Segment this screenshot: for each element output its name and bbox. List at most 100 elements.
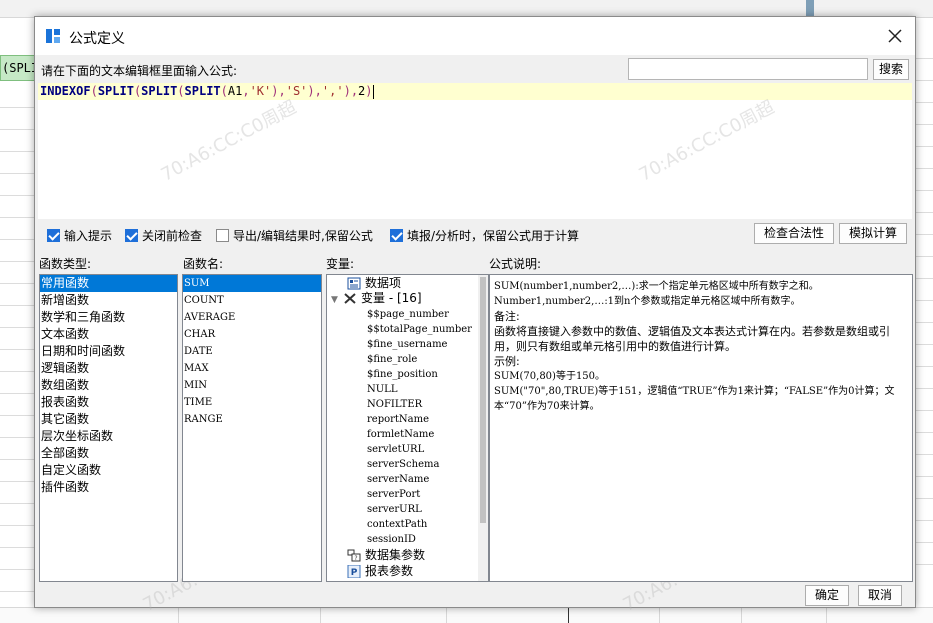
tree-item-variable[interactable]: $$totalPage_number xyxy=(367,322,472,337)
list-item[interactable]: SUM xyxy=(183,275,321,292)
input-hint-checkbox[interactable]: 输入提示 xyxy=(47,227,112,244)
search-input[interactable] xyxy=(628,58,868,80)
checkbox-icon xyxy=(47,229,60,242)
check-validity-button[interactable]: 检查合法性 xyxy=(754,223,834,244)
tree-label: 报表参数 xyxy=(365,564,414,578)
tree-item-variables[interactable]: ▼ 变量 - [16] xyxy=(331,291,422,306)
list-item[interactable]: 其它函数 xyxy=(40,411,177,428)
scroll-thumb[interactable] xyxy=(480,277,486,523)
title-bar: 公式定义 xyxy=(35,17,915,55)
row-line xyxy=(0,239,36,240)
search-button[interactable]: 搜索 xyxy=(873,59,909,80)
row-line xyxy=(0,481,36,482)
description-note-title: 备注: xyxy=(494,310,520,323)
svg-text:P: P xyxy=(351,568,358,578)
list-item[interactable]: 插件函数 xyxy=(40,479,177,496)
checkbox-icon xyxy=(216,229,229,242)
tree-item-variable[interactable]: $fine_role xyxy=(367,352,417,367)
row-line xyxy=(916,58,933,59)
formula-line[interactable]: INDEXOF(SPLIT(SPLIT(SPLIT(A1,'K'),'S'),'… xyxy=(38,83,912,100)
column-line xyxy=(568,608,569,623)
tree-item-variable[interactable]: NULL xyxy=(367,382,397,397)
formula-description-panel: SUM(number1,number2,…):求一个指定单元格区域中所有数字之和… xyxy=(489,274,913,582)
ok-button[interactable]: 确定 xyxy=(805,585,849,606)
list-item[interactable]: 日期和时间函数 xyxy=(40,343,177,360)
row-line xyxy=(0,437,36,438)
row-line xyxy=(0,173,36,174)
variables-label: 变量: xyxy=(326,257,355,271)
check-before-close-checkbox[interactable]: 关闭前检查 xyxy=(125,227,202,244)
tree-item-variable[interactable]: formletName xyxy=(367,427,434,442)
row-line xyxy=(0,217,36,218)
list-item[interactable]: 新增函数 xyxy=(40,292,177,309)
cancel-button[interactable]: 取消 xyxy=(858,585,902,606)
list-item[interactable]: 逻辑函数 xyxy=(40,360,177,377)
keep-formula-export-checkbox[interactable]: 导出/编辑结果时,保留公式 xyxy=(216,227,373,244)
list-item[interactable]: 报表函数 xyxy=(40,394,177,411)
column-line xyxy=(741,608,742,623)
vertical-scrollbar[interactable] xyxy=(478,275,488,581)
tree-item-data-item[interactable]: 数据项 xyxy=(347,276,401,291)
column-line xyxy=(826,608,827,623)
tree-item-variable[interactable]: serverURL xyxy=(367,502,422,517)
list-item[interactable]: COUNT xyxy=(183,292,321,309)
row-line xyxy=(916,80,933,81)
list-item[interactable]: MAX xyxy=(183,360,321,377)
row-line xyxy=(916,256,933,257)
list-item[interactable]: 常用函数 xyxy=(40,275,177,292)
tree-item-dataset-params[interactable]: ? 数据集参数 xyxy=(347,548,425,563)
tree-item-variable[interactable]: $fine_username xyxy=(367,337,447,352)
list-item[interactable]: 数组函数 xyxy=(40,377,177,394)
list-item[interactable]: AVERAGE xyxy=(183,309,321,326)
list-item[interactable]: 全部函数 xyxy=(40,445,177,462)
variables-tree[interactable]: 数据项 ▼ 变量 - [16] $$page_number $$totalPage… xyxy=(326,274,489,582)
tree-item-variable[interactable]: $$page_number xyxy=(367,307,449,322)
function-name-list[interactable]: SUM COUNT AVERAGE CHAR DATE MAX MIN TIME… xyxy=(182,274,322,582)
keep-formula-fill-checkbox[interactable]: 填报/分析时，保留公式用于计算 xyxy=(390,227,579,244)
tree-item-variable[interactable]: serverSchema xyxy=(367,457,439,472)
formula-cell[interactable]: (SPLI xyxy=(0,55,36,81)
row-line xyxy=(0,151,36,152)
list-item[interactable]: 层次坐标函数 xyxy=(40,428,177,445)
tree-item-variable[interactable]: reportName xyxy=(367,412,429,427)
formula-editor[interactable]: INDEXOF(SPLIT(SPLIT(SPLIT(A1,'K'),'S'),'… xyxy=(38,83,912,219)
row-line xyxy=(916,124,933,125)
list-item[interactable]: TIME xyxy=(183,394,321,411)
tree-item-variable[interactable]: sessionID xyxy=(367,532,416,547)
list-item[interactable]: 数学和三角函数 xyxy=(40,309,177,326)
tree-label: 数据项 xyxy=(365,276,402,290)
tree-item-variable[interactable]: $fine_position xyxy=(367,367,438,382)
formula-definition-dialog: 公式定义 请在下面的文本编辑框里面输入公式: 搜索 INDEXOF(SPLIT(… xyxy=(34,16,916,616)
column-line xyxy=(178,608,179,623)
background-scrollbar xyxy=(806,0,814,16)
tree-item-variable[interactable]: NOFILTER xyxy=(367,397,422,412)
function-type-list[interactable]: 常用函数 新增函数 数学和三角函数 文本函数 日期和时间函数 逻辑函数 数组函数… xyxy=(39,274,178,582)
tree-item-report-params[interactable]: P 报表参数 xyxy=(347,564,413,579)
list-item[interactable]: CHAR xyxy=(183,326,321,343)
row-line xyxy=(0,349,36,350)
close-icon[interactable] xyxy=(885,26,905,46)
tree-label: 数据集参数 xyxy=(365,548,426,562)
row-line xyxy=(0,415,36,416)
column-line xyxy=(320,608,321,623)
function-name-label: 函数名: xyxy=(183,257,224,271)
list-item[interactable]: RANGE xyxy=(183,411,321,428)
row-line xyxy=(916,168,933,169)
description-example-1: SUM(70,80)等于150。 xyxy=(494,371,606,382)
row-line xyxy=(916,234,933,235)
row-line xyxy=(916,564,933,565)
tree-item-variable[interactable]: contextPath xyxy=(367,517,427,532)
description-note: 函数将直接键入参数中的数值、逻辑值及文本表达式计算在内。若参数是数组或引用，则只… xyxy=(494,325,890,353)
list-item[interactable]: 文本函数 xyxy=(40,326,177,343)
list-item[interactable]: 自定义函数 xyxy=(40,462,177,479)
tree-item-variable[interactable]: servletURL xyxy=(367,442,424,457)
simulate-calc-button[interactable]: 模拟计算 xyxy=(839,223,907,244)
row-line xyxy=(0,327,36,328)
row-line xyxy=(916,432,933,433)
list-item[interactable]: MIN xyxy=(183,377,321,394)
description-example-title: 示例: xyxy=(494,355,520,368)
function-type-label: 函数类型: xyxy=(39,257,92,271)
tree-item-variable[interactable]: serverPort xyxy=(367,487,420,502)
tree-item-variable[interactable]: serverName xyxy=(367,472,429,487)
list-item[interactable]: DATE xyxy=(183,343,321,360)
